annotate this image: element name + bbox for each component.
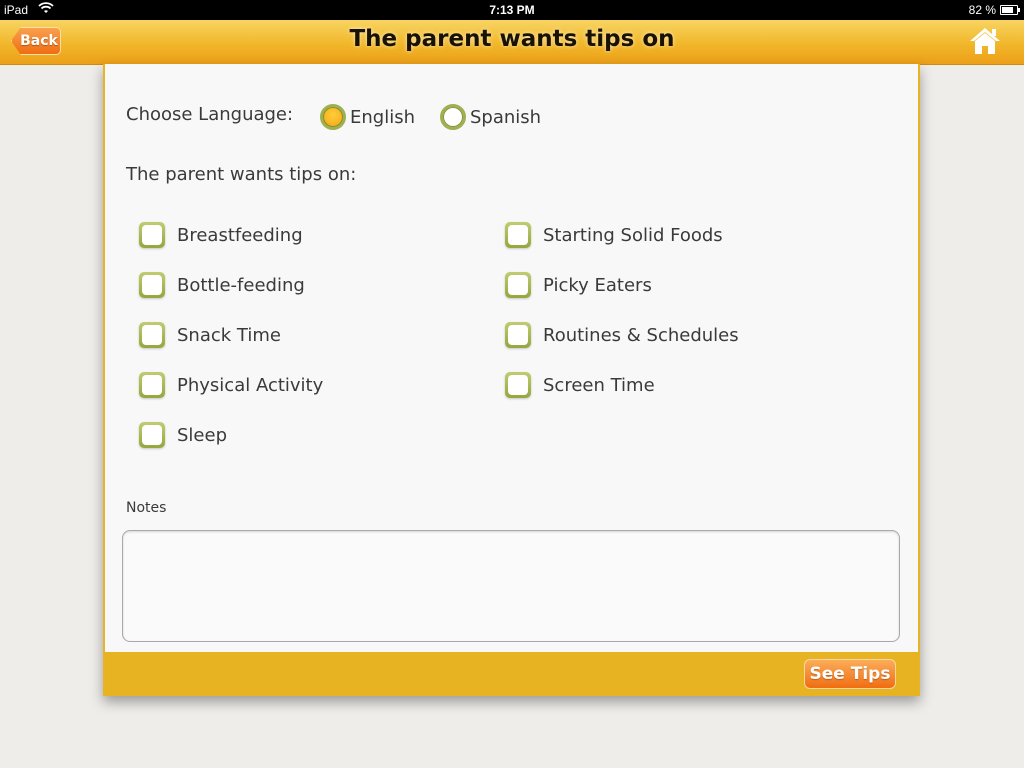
home-button[interactable] xyxy=(968,25,1002,57)
nav-bar: Back The parent wants tips on xyxy=(0,20,1024,65)
checkbox-icon xyxy=(505,222,531,248)
radio-spanish[interactable]: Spanish xyxy=(440,104,541,130)
checkbox-label: Picky Eaters xyxy=(543,274,652,296)
checkbox-routines-schedules[interactable]: Routines & Schedules xyxy=(505,322,739,348)
checkbox-breastfeeding[interactable]: Breastfeeding xyxy=(139,222,303,248)
radio-selected-icon xyxy=(320,104,346,130)
language-label: Choose Language: xyxy=(126,104,294,125)
page-title: The parent wants tips on xyxy=(349,26,675,52)
notes-field[interactable] xyxy=(122,530,900,642)
see-tips-button[interactable]: See Tips xyxy=(804,659,896,689)
radio-english[interactable]: English xyxy=(320,104,415,130)
battery-percent: 82 % xyxy=(968,3,996,17)
checkbox-label: Screen Time xyxy=(543,374,655,396)
checkbox-starting-solid-foods[interactable]: Starting Solid Foods xyxy=(505,222,723,248)
checkbox-physical-activity[interactable]: Physical Activity xyxy=(139,372,323,398)
checkbox-snack-time[interactable]: Snack Time xyxy=(139,322,281,348)
checkbox-picky-eaters[interactable]: Picky Eaters xyxy=(505,272,652,298)
status-bar: iPad 7:13 PM 82 % xyxy=(0,0,1024,20)
radio-label: English xyxy=(350,106,415,128)
checkbox-icon xyxy=(139,222,165,248)
radio-label: Spanish xyxy=(470,106,542,128)
tips-label: The parent wants tips on: xyxy=(126,164,357,185)
checkbox-label: Sleep xyxy=(177,424,228,446)
notes-label: Notes xyxy=(126,500,167,516)
footer-bar: See Tips xyxy=(105,652,918,696)
checkbox-label: Starting Solid Foods xyxy=(543,224,723,246)
home-icon xyxy=(970,28,1000,54)
checkbox-icon xyxy=(505,272,531,298)
radio-unselected-icon xyxy=(440,104,466,130)
checkbox-icon xyxy=(139,372,165,398)
checkbox-label: Routines & Schedules xyxy=(543,324,739,346)
battery-icon xyxy=(1000,5,1020,15)
checkbox-label: Snack Time xyxy=(177,324,281,346)
checkbox-icon xyxy=(139,322,165,348)
form-panel: Choose Language: English Spanish The par… xyxy=(103,64,920,696)
checkbox-label: Bottle-feeding xyxy=(177,274,305,296)
checkbox-label: Breastfeeding xyxy=(177,224,303,246)
clock: 7:13 PM xyxy=(489,3,535,17)
checkbox-bottle-feeding[interactable]: Bottle-feeding xyxy=(139,272,305,298)
checkbox-icon xyxy=(505,322,531,348)
checkbox-screen-time[interactable]: Screen Time xyxy=(505,372,655,398)
checkbox-label: Physical Activity xyxy=(177,374,324,396)
checkbox-icon xyxy=(139,272,165,298)
checkbox-icon xyxy=(139,422,165,448)
checkbox-sleep[interactable]: Sleep xyxy=(139,422,227,448)
checkbox-icon xyxy=(505,372,531,398)
